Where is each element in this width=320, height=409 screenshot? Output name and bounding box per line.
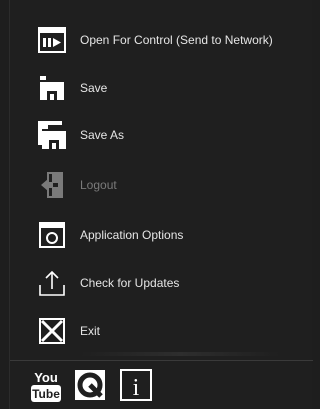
footer-bar: You Tube i (10, 360, 313, 409)
check-for-updates-icon (37, 268, 67, 298)
menu-item-check-for-updates[interactable]: Check for Updates (10, 261, 313, 305)
menu-item-save-as[interactable]: Save As (10, 113, 313, 157)
svg-text:Tube: Tube (32, 387, 60, 401)
menu-item-exit[interactable]: Exit (10, 309, 313, 353)
save-icon (37, 73, 67, 103)
file-menu-panel: Open For Control (Send to Network) Save (9, 0, 313, 409)
menu-item-application-options[interactable]: Application Options (10, 213, 313, 257)
menu-item-logout: Logout (10, 163, 313, 207)
menu-item-label: Logout (80, 178, 117, 192)
menu-item-label: Save As (80, 128, 125, 142)
menu-item-label: Application Options (80, 228, 184, 242)
send-to-network-icon (37, 25, 67, 55)
divider (80, 352, 280, 356)
menu-item-label: Save (80, 81, 108, 95)
svg-text:i: i (133, 375, 140, 401)
exit-icon (37, 316, 67, 346)
youtube-icon[interactable]: You Tube (30, 369, 62, 402)
q-logo-icon[interactable] (74, 369, 106, 401)
menu-item-label: Check for Updates (80, 276, 180, 290)
info-icon[interactable]: i (120, 369, 152, 401)
svg-text:You: You (34, 370, 58, 385)
logout-icon (37, 170, 67, 200)
application-options-icon (37, 220, 67, 250)
menu-item-open-for-control[interactable]: Open For Control (Send to Network) (10, 18, 313, 62)
save-as-icon (37, 120, 67, 150)
menu-item-label: Open For Control (Send to Network) (80, 33, 273, 47)
menu-item-save[interactable]: Save (10, 66, 313, 110)
menu-item-label: Exit (80, 324, 101, 338)
